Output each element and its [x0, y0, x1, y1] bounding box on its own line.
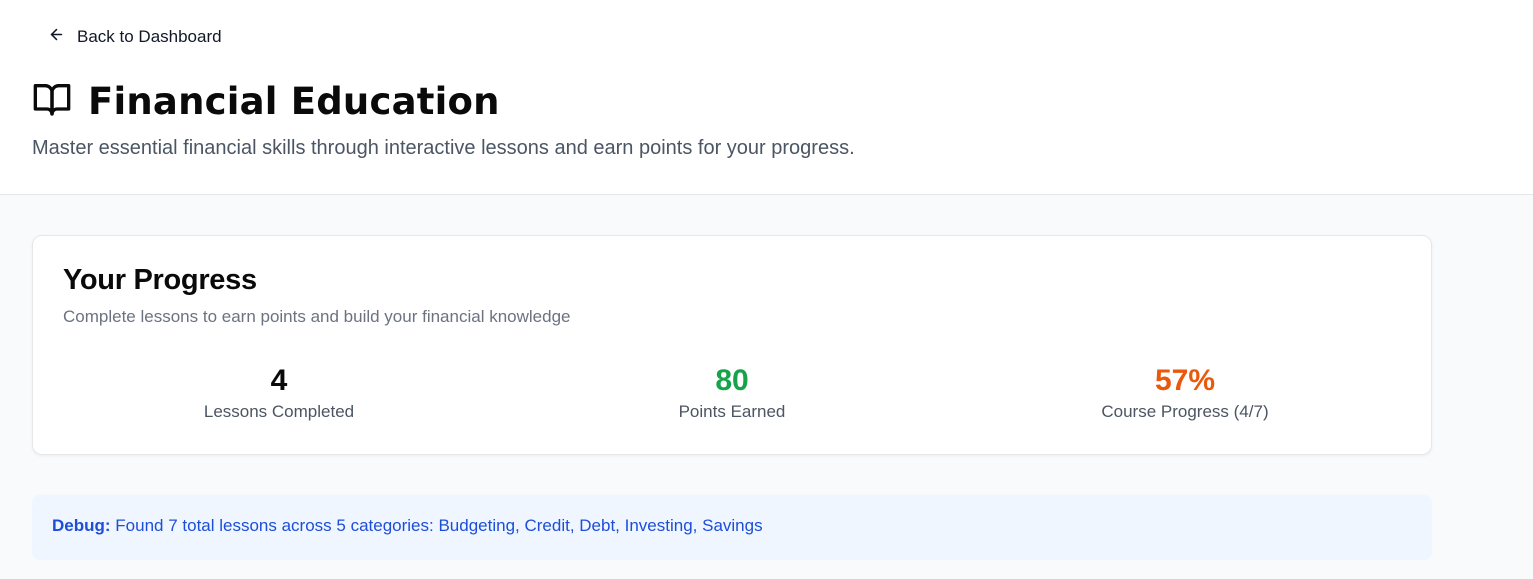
progress-card-description: Complete lessons to earn points and buil…	[63, 307, 571, 326]
back-link-label: Back to Dashboard	[77, 27, 222, 46]
debug-message: Found 7 total lessons across 5 categorie…	[115, 516, 763, 535]
stat-lessons-completed: 4 Lessons Completed	[109, 362, 449, 422]
stat-label: Points Earned	[678, 402, 786, 421]
page-subtitle: Master essential financial skills throug…	[32, 137, 855, 159]
back-to-dashboard-link[interactable]: Back to Dashboard	[48, 26, 222, 48]
arrow-left-icon	[48, 26, 65, 48]
book-open-icon	[32, 79, 72, 124]
stat-course-progress: 57% Course Progress (4/7)	[1015, 362, 1355, 422]
debug-prefix: Debug:	[52, 516, 111, 535]
progress-card-title: Your Progress	[63, 264, 257, 296]
stat-label: Lessons Completed	[203, 402, 355, 421]
title-row: Financial Education	[32, 78, 500, 124]
progress-card: Your Progress Complete lessons to earn p…	[32, 235, 1432, 455]
stat-value: 57%	[1154, 364, 1216, 397]
page-title: Financial Education	[88, 79, 500, 123]
page-header: Back to Dashboard Financial Education Ma…	[0, 0, 1533, 195]
stat-points-earned: 80 Points Earned	[562, 362, 902, 422]
stat-value: 4	[270, 364, 288, 397]
debug-banner: Debug: Found 7 total lessons across 5 ca…	[32, 495, 1432, 560]
stat-label: Course Progress (4/7)	[1101, 402, 1269, 421]
stat-value: 80	[715, 364, 749, 397]
